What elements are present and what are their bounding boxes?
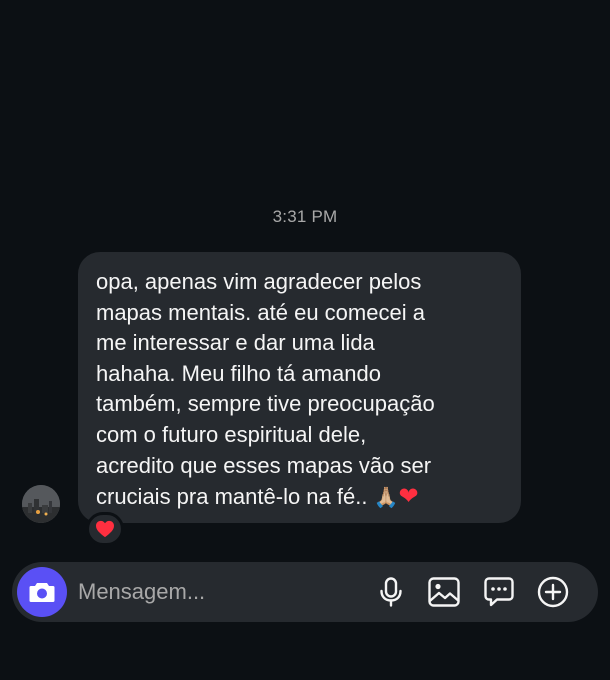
message-input[interactable]	[78, 576, 368, 608]
microphone-icon	[380, 577, 402, 607]
add-button[interactable]	[536, 575, 570, 609]
gallery-button[interactable]	[427, 575, 461, 609]
plus-icon	[537, 576, 569, 608]
camera-button[interactable]	[17, 567, 67, 617]
message-bubble[interactable]: opa, apenas vim agradecer pelos mapas me…	[78, 252, 521, 523]
message-body: opa, apenas vim agradecer pelos mapas me…	[96, 269, 435, 510]
reaction-badge[interactable]	[86, 512, 124, 546]
message-composer	[12, 562, 598, 622]
pray-emoji: 🙏🏼	[373, 485, 399, 510]
avatar-image	[22, 485, 60, 523]
heart-icon	[96, 520, 114, 538]
message-text: opa, apenas vim agradecer pelos mapas me…	[96, 267, 503, 513]
gallery-icon	[428, 577, 460, 607]
sticker-icon	[484, 577, 514, 607]
avatar[interactable]	[22, 485, 60, 523]
microphone-button[interactable]	[374, 575, 408, 609]
camera-icon	[29, 583, 55, 602]
heart-emoji: ❤	[398, 482, 419, 511]
sticker-button[interactable]	[482, 575, 516, 609]
message-timestamp: 3:31 PM	[272, 207, 338, 226]
